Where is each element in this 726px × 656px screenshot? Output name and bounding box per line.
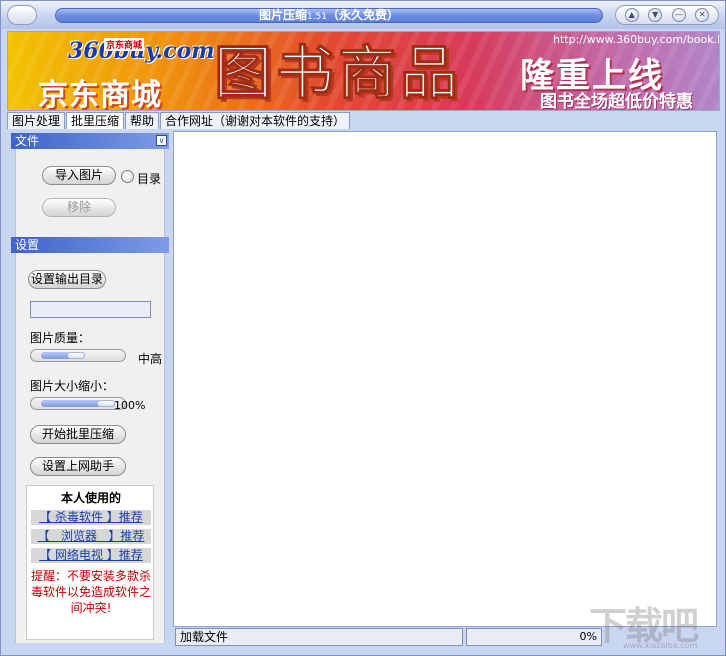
set-output-dir-button[interactable]: 设置输出目录: [28, 270, 106, 289]
promo-link-antivirus[interactable]: 【 杀毒软件 】推荐: [31, 510, 151, 525]
minimize-icon[interactable]: —: [671, 8, 686, 22]
import-images-button[interactable]: 导入图片: [42, 166, 116, 185]
title-suffix: （永久免费）: [327, 8, 400, 22]
left-panel: 文件 ∨ 导入图片 目录 移除 设置 设置输出目录 图片质量： 中高 图片大小缩…: [11, 133, 169, 643]
output-path-field[interactable]: [30, 301, 151, 318]
remove-button[interactable]: 移除: [42, 198, 116, 217]
tab-batch-compress[interactable]: 批里压缩: [66, 112, 125, 129]
proxy-helper-button[interactable]: 设置上网助手: [30, 457, 126, 476]
window-controls: ▲ ▼ — ✕: [615, 5, 719, 25]
promo-warning: 提醒：不要安装多款杀毒软件以免造成软件之间冲突!: [31, 569, 152, 615]
promo-title: 本人使用的: [60, 491, 121, 505]
tab-help[interactable]: 帮助: [125, 112, 160, 129]
size-value: 100%: [114, 399, 146, 412]
menu-tabs: 图片处理 批里压缩 帮助 合作网址（谢谢对本软件的支持）: [7, 112, 351, 129]
promo-link-webtv[interactable]: 【 网络电视 】推荐: [31, 548, 151, 563]
tab-image-process[interactable]: 图片处理: [7, 112, 66, 129]
promo-link-browser[interactable]: 【 浏览器 】推荐: [31, 529, 151, 544]
up-icon[interactable]: ▲: [624, 8, 639, 22]
window-title: 图片压缩1.51（永久免费）: [55, 8, 603, 23]
title-version: 1.51: [306, 12, 328, 22]
progress-status: 0%: [466, 628, 602, 646]
close-icon[interactable]: ✕: [695, 8, 710, 22]
directory-label: 目录: [137, 172, 162, 186]
quality-slider-thumb[interactable]: [67, 352, 85, 359]
directory-radio[interactable]: [121, 170, 134, 183]
file-section-header[interactable]: 文件 ∨: [11, 133, 169, 149]
settings-section-body: 设置输出目录 图片质量： 中高 图片大小缩小： 100% 开始批里压缩 设置上网…: [15, 253, 165, 643]
size-label: 图片大小缩小：: [30, 379, 115, 393]
file-section-title: 文件: [15, 134, 40, 148]
quality-value: 中高: [138, 352, 163, 366]
banner-brand: 京东商城: [38, 78, 162, 111]
system-menu-button[interactable]: [7, 5, 37, 25]
title-text: 图片压缩: [258, 8, 307, 22]
file-section-body: 导入图片 目录 移除: [15, 149, 165, 237]
collapse-icon[interactable]: ∨: [156, 135, 167, 146]
settings-section-title: 设置: [15, 238, 40, 252]
file-list-area[interactable]: [173, 131, 717, 627]
banner-tagline: 图书全场超低价特惠: [540, 92, 693, 111]
banner-headline: 图书商品: [213, 39, 463, 107]
title-bar[interactable]: 图片压缩1.51（永久免费） ▲ ▼ — ✕: [1, 1, 725, 29]
watermark-url: www.xiazaiba.com: [623, 641, 698, 650]
status-text: 加载文件: [175, 628, 463, 646]
down-icon[interactable]: ▼: [648, 8, 663, 22]
size-slider-thumb[interactable]: [97, 400, 115, 407]
settings-section-header[interactable]: 设置: [11, 237, 169, 253]
quality-slider[interactable]: [30, 349, 126, 362]
start-batch-compress-button[interactable]: 开始批里压缩: [30, 425, 126, 444]
size-slider[interactable]: [30, 397, 126, 410]
banner-url: http://www.360buy.com/book.htm: [553, 33, 719, 46]
app-window: 图片压缩1.51（永久免费） ▲ ▼ — ✕ 360buy.com 京东商城 京…: [0, 0, 726, 656]
tab-partner-sites[interactable]: 合作网址（谢谢对本软件的支持）: [160, 112, 351, 129]
quality-label: 图片质量：: [30, 331, 91, 345]
promo-box: 本人使用的 【 杀毒软件 】推荐 【 浏览器 】推荐 【 网络电视 】推荐 提醒…: [26, 485, 154, 640]
banner-logo-sub: 京东商城: [104, 38, 145, 51]
ad-banner[interactable]: 360buy.com 京东商城 京东商城 图书商品 隆重上线 http://ww…: [7, 31, 720, 111]
